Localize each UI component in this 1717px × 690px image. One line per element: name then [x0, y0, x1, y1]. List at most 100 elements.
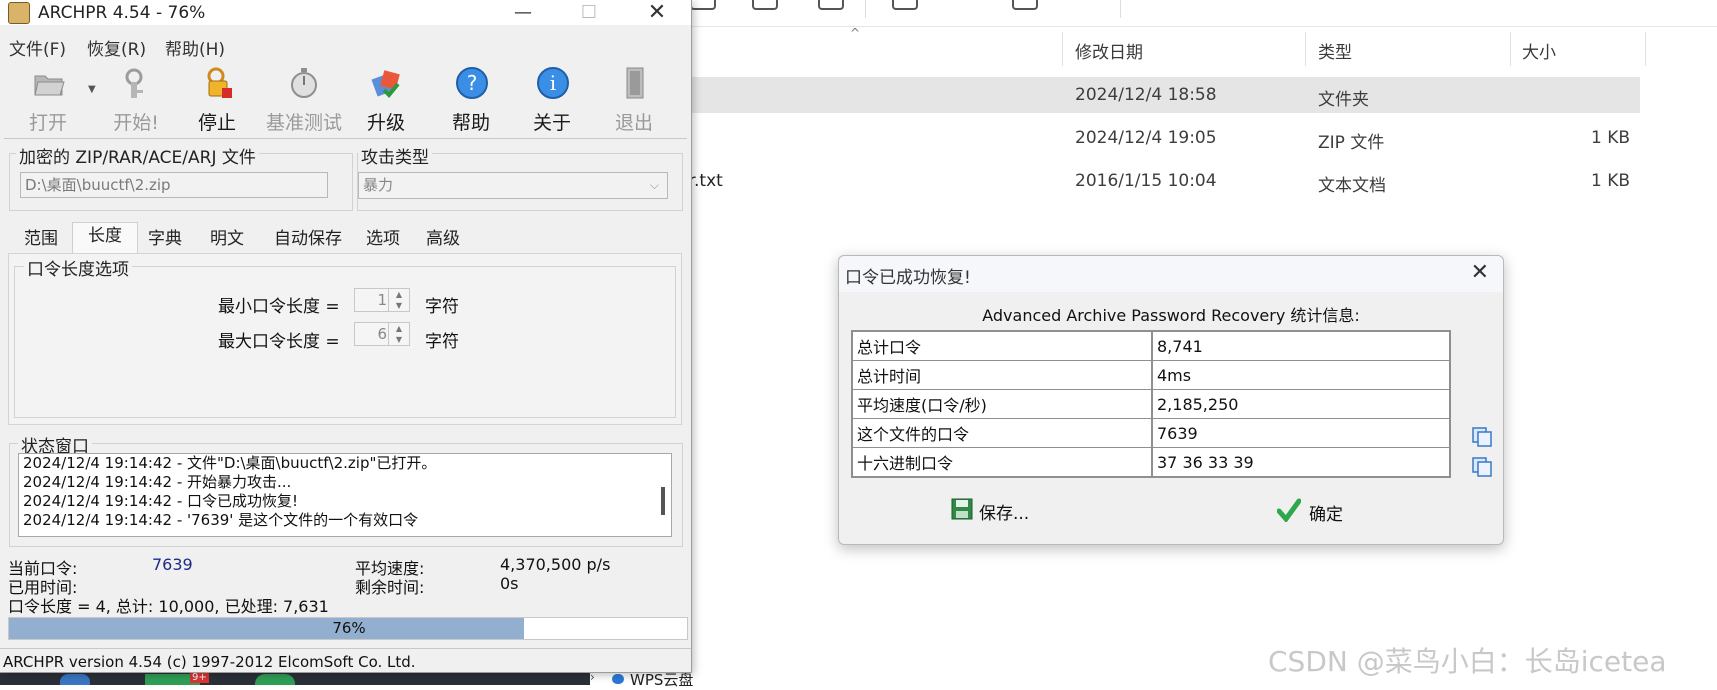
view-icon[interactable]	[1012, 0, 1038, 10]
file-row[interactable]: p 2024/12/4 19:05 ZIP 文件 1 KB	[640, 120, 1640, 156]
help-label: 帮助	[451, 112, 490, 134]
file-row[interactable]: umber.txt 2016/1/15 10:04 文本文档 1 KB	[640, 163, 1640, 199]
benchmark-button[interactable]: 基准测试	[260, 60, 348, 138]
spinner-arrows-icon[interactable]: ▲ ▼	[388, 289, 409, 311]
sort-icon[interactable]	[892, 0, 918, 10]
copy-hex-icon[interactable]	[1471, 456, 1493, 478]
table-row: 这个文件的口令 7639	[851, 418, 1451, 448]
file-path-field[interactable]: D:\桌面\buuctf\2.zip	[20, 172, 328, 198]
status-log[interactable]: 2024/12/4 19:14:42 - 文件"D:\桌面\buuctf\2.z…	[18, 453, 672, 537]
minimize-icon[interactable]: —	[500, 0, 546, 25]
open-label: 打开	[28, 112, 67, 134]
menu-recover[interactable]: 恢复(R)	[87, 35, 146, 60]
stop-lock-icon	[207, 67, 232, 98]
window-title: ARCHPR 4.54 - 76%	[38, 3, 206, 23]
open-button[interactable]: 打开	[10, 60, 86, 138]
column-type[interactable]: 类型	[1318, 38, 1352, 63]
key-lock-icon	[125, 68, 143, 98]
tab-advanced[interactable]: 高级	[416, 226, 470, 253]
cloud-icon	[612, 674, 624, 684]
stat-value: 37 36 33 39	[1151, 447, 1451, 478]
log-line: 2024/12/4 19:14:42 - 文件"D:\桌面\buuctf\2.z…	[23, 454, 437, 472]
taskbar: 9+	[0, 672, 590, 685]
tab-dictionary[interactable]: 字典	[138, 226, 192, 253]
dialog-title: 口令已成功恢复!	[845, 268, 971, 288]
attack-group-label: 攻击类型	[358, 143, 432, 168]
max-length-spinner[interactable]: 6 ▲ ▼	[354, 322, 410, 346]
close-icon[interactable]: ✕	[1471, 260, 1489, 285]
menu-bar: 文件(F) 恢复(R) 帮助(H)	[0, 33, 691, 60]
log-scrollbar[interactable]	[661, 487, 665, 515]
column-divider[interactable]	[1510, 32, 1511, 66]
password-recovered-dialog: 口令已成功恢复! ✕ Advanced Archive Password Rec…	[838, 255, 1504, 545]
sort-chevron-icon: ^	[850, 26, 861, 40]
help-button[interactable]: ? 帮助	[433, 60, 509, 138]
stop-button[interactable]: 停止	[179, 60, 255, 138]
delete-icon[interactable]	[818, 0, 844, 10]
column-divider[interactable]	[1062, 32, 1063, 66]
taskbar-app-icon[interactable]	[60, 674, 90, 685]
min-length-unit: 字符	[425, 297, 459, 317]
menu-help[interactable]: 帮助(H)	[165, 35, 225, 60]
maximize-icon[interactable]: ☐	[566, 0, 612, 25]
exit-label: 退出	[614, 112, 653, 134]
svg-text:?: ?	[467, 71, 478, 95]
length-options-group	[14, 266, 676, 418]
watermark: CSDN @菜鸟小白：长岛icetea	[1268, 645, 1667, 678]
tab-length[interactable]: 长度	[72, 222, 138, 254]
stats-table: 总计口令 8,741 总计时间 4ms 平均速度(口令/秒) 2,185,250 这个…	[851, 330, 1451, 478]
start-button[interactable]: 开始!	[98, 60, 174, 138]
explorer-nav-pane: › WPS云盘	[590, 670, 790, 689]
log-line: 2024/12/4 19:14:42 - 口令已成功恢复!	[23, 492, 299, 510]
notification-badge: 9+	[190, 672, 209, 683]
file-row[interactable]: c 2024/12/4 18:58 文件夹	[640, 77, 1640, 113]
column-divider[interactable]	[1645, 32, 1646, 66]
copy-icon[interactable]	[752, 0, 778, 10]
min-length-value: 1	[377, 291, 387, 309]
stat-value: 7639	[1151, 418, 1451, 448]
tab-plaintext[interactable]: 明文	[200, 226, 254, 253]
title-bar[interactable]: ARCHPR 4.54 - 76% — ☐ ✕	[0, 0, 691, 25]
tab-range[interactable]: 范围	[14, 226, 68, 253]
benchmark-label: 基准测试	[265, 112, 342, 134]
close-icon[interactable]: ✕	[634, 0, 680, 25]
dialog-title-bar[interactable]: 口令已成功恢复! ✕	[839, 256, 1503, 292]
version-text: ARCHPR version 4.54 (c) 1997-2012 ElcomS…	[3, 653, 416, 671]
tab-autosave[interactable]: 自动保存	[262, 226, 354, 253]
max-length-value: 6	[377, 325, 387, 343]
column-date[interactable]: 修改日期	[1075, 38, 1143, 63]
menu-file[interactable]: 文件(F)	[9, 35, 66, 60]
upgrade-button[interactable]: 升级	[348, 60, 424, 138]
stop-label: 停止	[197, 112, 236, 134]
help-icon: ?	[456, 67, 488, 99]
exit-button[interactable]: 退出	[596, 60, 672, 138]
column-size[interactable]: 大小	[1522, 38, 1556, 63]
min-length-label: 最小口令长度 =	[218, 297, 340, 317]
spinner-arrows-icon[interactable]: ▲ ▼	[388, 323, 409, 345]
min-length-spinner[interactable]: 1 ▲ ▼	[354, 288, 410, 312]
stat-key: 平均速度(口令/秒)	[851, 389, 1153, 419]
stat-value: 2,185,250	[1151, 389, 1451, 419]
stats-heading: Advanced Archive Password Recovery 统计信息:	[982, 306, 1360, 325]
about-button[interactable]: i 关于	[514, 60, 590, 138]
attack-type-select[interactable]: 暴力 ⌵	[358, 172, 668, 199]
checkmark-icon	[1277, 498, 1301, 522]
table-row: 平均速度(口令/秒) 2,185,250	[851, 389, 1451, 419]
max-length-unit: 字符	[425, 332, 459, 352]
share-icon[interactable]	[690, 0, 716, 10]
upgrade-icon	[371, 70, 400, 98]
copy-password-icon[interactable]	[1471, 426, 1493, 448]
log-line: 2024/12/4 19:14:42 - 开始暴力攻击...	[23, 473, 292, 491]
explorer-column-header: ^ 修改日期 类型 大小	[640, 26, 1717, 66]
taskbar-app-icon[interactable]	[255, 674, 295, 685]
dropdown-arrow-icon[interactable]: ▼	[88, 84, 96, 95]
tab-options[interactable]: 选项	[356, 226, 410, 253]
toolbar-divider	[1120, 0, 1121, 18]
max-length-label: 最大口令长度 =	[218, 332, 340, 352]
column-divider[interactable]	[1305, 32, 1306, 66]
exit-door-icon	[626, 67, 644, 99]
svg-text:i: i	[550, 71, 556, 95]
save-disk-icon	[951, 498, 973, 520]
about-label: 关于	[532, 112, 571, 134]
stat-value: 8,741	[1151, 330, 1451, 361]
